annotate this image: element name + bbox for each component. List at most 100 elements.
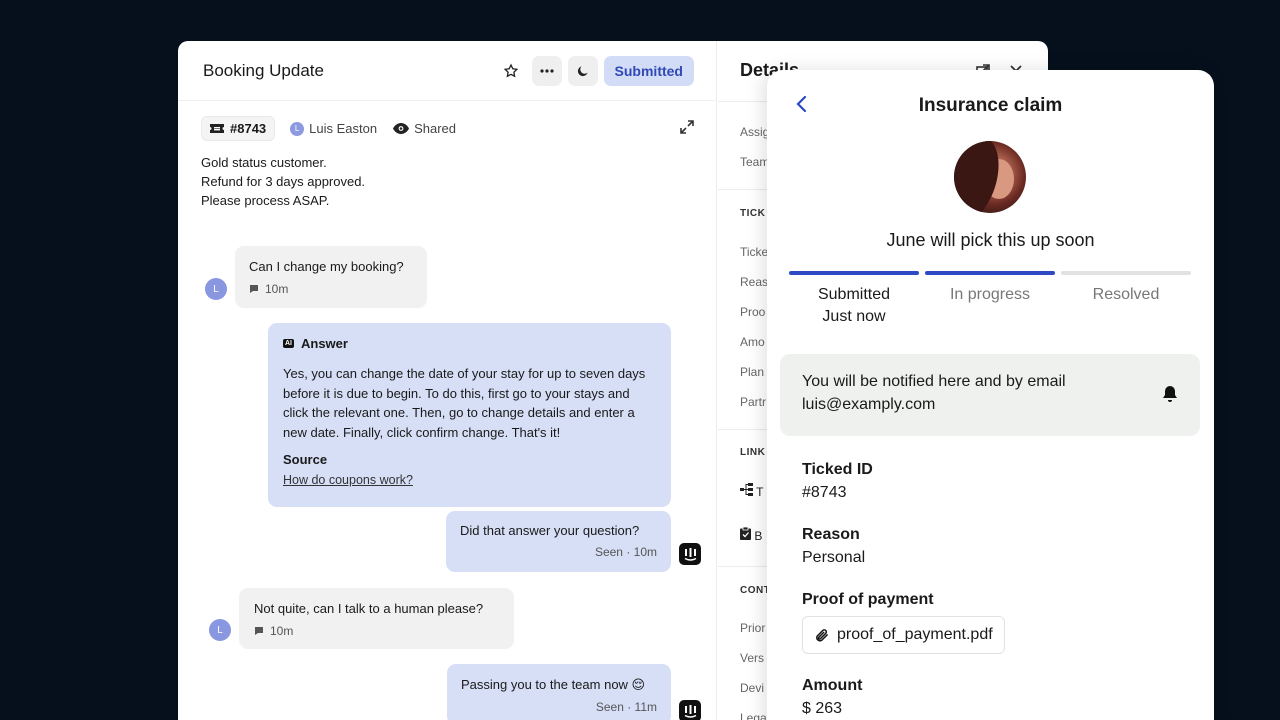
message-text: Not quite, can I talk to a human please? [254,601,484,616]
progress-bar [789,271,1191,275]
progress-segment [789,271,919,275]
window-header: Booking Update Submitted [178,41,716,101]
message-text: Passing you to the team now 😌 [461,677,646,692]
card-subtitle: June will pick this up soon [886,230,1095,250]
avatar: L [209,619,231,641]
message-bubble: Not quite, can I talk to a human please?… [239,588,514,649]
linked-item[interactable]: B [740,526,763,543]
conversation-pane: Booking Update Submitted #8743 L Luis Ea… [178,41,717,720]
agent-avatar [954,141,1026,213]
detail-row: Ticke [740,245,769,259]
avatar: L [290,121,305,136]
ai-answer-heading: Answer [301,336,348,351]
field-value: $ 263 [802,700,843,717]
step-label: In progress [949,286,1031,303]
progress-segment [1061,271,1191,275]
expand-icon [680,120,694,134]
field-reason: Reason Personal [802,526,865,567]
field-amount: Amount $ 263 [802,677,862,718]
attachment-name: proof_of_payment.pdf [837,626,993,643]
message-bubble: Passing you to the team now 😌 Seen · 11m [447,664,671,720]
message-bubble: Can I change my booking? 10m [235,246,427,308]
ai-answer-text: Yes, you can change the date of your sta… [283,366,646,440]
chat-icon [250,285,258,293]
eye-icon [393,123,410,134]
note-line: Please process ASAP. [201,193,330,208]
field-proof-of-payment: Proof of payment proof_of_payment.pdf [802,591,1005,654]
detail-row: Partr [740,395,767,409]
step-label: Submitted [817,286,891,303]
detail-row: Vers [740,651,765,665]
detail-row: Devi [740,681,765,695]
bell-button[interactable] [1162,385,1178,408]
message-meta: 10m [254,624,499,638]
assignee[interactable]: L Luis Easton [290,121,377,136]
section-label: LINK [740,447,766,458]
bot-avatar [679,543,701,565]
linked-item-label: B [754,529,763,543]
ticket-note: Gold status customer. Refund for 3 days … [178,141,716,210]
detail-row: Team [740,155,770,169]
bot-icon [684,704,696,718]
bell-icon [1163,386,1177,402]
status-button[interactable]: Submitted [603,55,694,86]
ticket-icon [210,124,224,133]
insurance-claim-card: Insurance claim June will pick this up s… [767,70,1214,720]
step-submitted: Submitted Just now [789,286,919,326]
assignee-name: Luis Easton [309,121,378,136]
section-label: TICK [740,208,766,219]
ai-answer-bubble: AI Answer Yes, you can change the date o… [268,323,671,507]
bot-avatar [679,700,701,720]
message-meta: Seen · 10m [594,545,657,559]
field-label: Ticked ID [802,461,873,478]
ticket-meta: #8743 L Luis Easton Shared [178,101,716,141]
hierarchy-icon [740,483,753,496]
attachment-chip[interactable]: proof_of_payment.pdf [802,616,1005,654]
paperclip-icon [816,628,828,642]
bot-icon [684,547,696,561]
notification-banner: You will be notified here and by email l… [780,354,1200,436]
detail-row: Reas [740,275,769,289]
progress-steps: Submitted Just now In progress Resolved [789,286,1191,326]
detail-row: Amo [740,335,765,349]
step-time: Just now [822,308,886,325]
source-link[interactable]: How do coupons work? [283,473,656,487]
more-icon [539,68,554,73]
step-resolved: Resolved [1061,286,1191,326]
message-bubble: Did that answer your question? Seen · 10… [446,511,671,572]
ticket-id-chip[interactable]: #8743 [201,116,276,141]
field-label: Proof of payment [802,591,934,608]
ai-answer-header: AI Answer [283,336,656,351]
note-line: Gold status customer. [201,155,327,170]
note-line: Refund for 3 days approved. [201,174,366,189]
chat-icon [255,627,263,635]
card-title: Insurance claim [918,95,1063,116]
linked-item[interactable]: T [740,483,763,499]
field-value: #8743 [802,484,847,501]
snooze-button[interactable] [567,55,598,86]
step-in-progress: In progress [925,286,1055,326]
message-text: Did that answer your question? [460,523,640,538]
message-time: 10m [265,282,289,296]
visibility[interactable]: Shared [393,121,456,136]
window-title: Booking Update [203,60,324,80]
ai-badge: AI [283,339,294,348]
linked-item-label: T [756,485,764,499]
message-meta: Seen · 11m [595,700,657,714]
detail-row: Lega [740,711,767,720]
notify-email: luis@examply.com [802,396,936,413]
progress-segment [925,271,1055,275]
star-button[interactable] [496,56,526,86]
notify-text: You will be notified here and by email [802,373,1066,390]
more-button[interactable] [531,55,562,86]
clipboard-icon [740,526,751,540]
visibility-label: Shared [414,121,457,136]
expand-button[interactable] [680,120,694,137]
field-label: Reason [802,526,860,543]
detail-row: Prior [740,621,766,635]
message-text: Can I change my booking? [249,259,404,274]
field-value: Personal [802,549,866,566]
message-meta: 10m [249,282,413,296]
section-label: CONT [740,585,771,596]
field-label: Amount [802,677,863,694]
